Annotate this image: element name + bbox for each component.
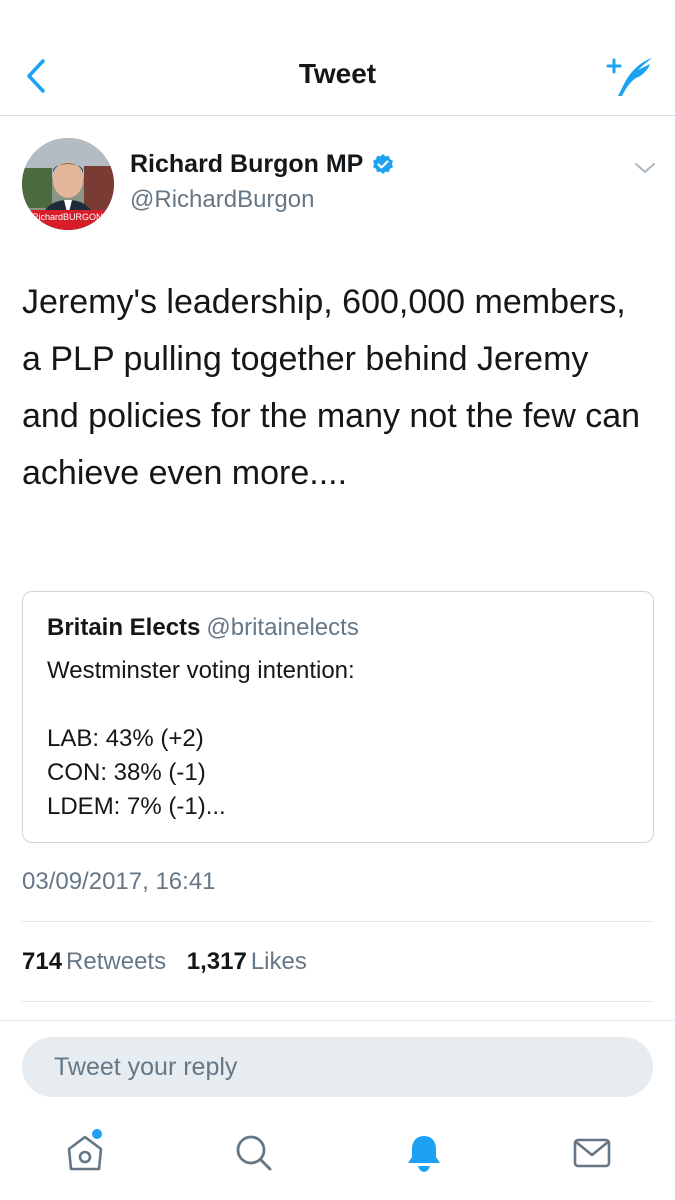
- search-icon: [236, 1135, 272, 1171]
- tweet-text: Jeremy's leadership, 600,000 members, a …: [22, 283, 641, 492]
- author-name-row: Richard Burgon MP: [130, 150, 395, 179]
- verified-badge-icon: [373, 153, 394, 174]
- envelope-icon: [573, 1138, 611, 1168]
- bell-icon: [408, 1136, 440, 1172]
- avatar[interactable]: RichardBURGON: [22, 138, 114, 230]
- author-name[interactable]: Richard Burgon MP: [130, 150, 363, 179]
- chevron-down-icon: [635, 163, 655, 173]
- tweet-stats: 714 Retweets 1,317 Likes: [22, 948, 321, 976]
- compose-tweet-icon: [606, 58, 652, 96]
- tab-search[interactable]: [226, 1125, 282, 1181]
- quoted-author-name: Britain Elects: [47, 614, 201, 641]
- quoted-tweet-card[interactable]: Britain Elects @britainelects Westminster…: [22, 591, 654, 843]
- author-handle[interactable]: @RichardBurgon: [130, 186, 314, 214]
- tab-home[interactable]: [57, 1125, 113, 1181]
- tweet-timestamp: 03/09/2017, 16:41: [22, 868, 216, 895]
- quoted-text-line: [47, 688, 355, 722]
- bottom-tab-bar: [0, 1115, 675, 1195]
- retweets-count[interactable]: 714: [22, 948, 62, 975]
- quoted-author-handle: @britainelects: [206, 614, 359, 641]
- quoted-text-line: LDEM: 7% (-1)...: [47, 793, 226, 820]
- tab-messages[interactable]: [564, 1125, 620, 1181]
- divider: [22, 1001, 653, 1002]
- quoted-text-line: LAB: 43% (+2): [47, 725, 204, 752]
- tab-notifications[interactable]: [396, 1125, 452, 1181]
- likes-count[interactable]: 1,317: [187, 948, 247, 975]
- quoted-text-line: CON: 38% (-1): [47, 759, 206, 786]
- divider: [22, 921, 653, 922]
- compose-tweet-button[interactable]: [604, 54, 660, 100]
- likes-label[interactable]: Likes: [251, 948, 307, 975]
- nav-header: Tweet: [0, 0, 675, 116]
- reply-input[interactable]: [22, 1037, 653, 1097]
- quoted-tweet-header: Britain Elects @britainelects: [47, 614, 359, 642]
- quoted-tweet-text: Westminster voting intention: LAB: 43% (…: [47, 654, 355, 824]
- tweet-options-button[interactable]: [630, 156, 660, 180]
- avatar-caption: RichardBURGON: [32, 212, 103, 222]
- home-notification-dot: [92, 1129, 102, 1139]
- quoted-text-line: Westminster voting intention:: [47, 657, 355, 684]
- page-title: Tweet: [298, 58, 377, 89]
- retweets-label[interactable]: Retweets: [66, 948, 166, 975]
